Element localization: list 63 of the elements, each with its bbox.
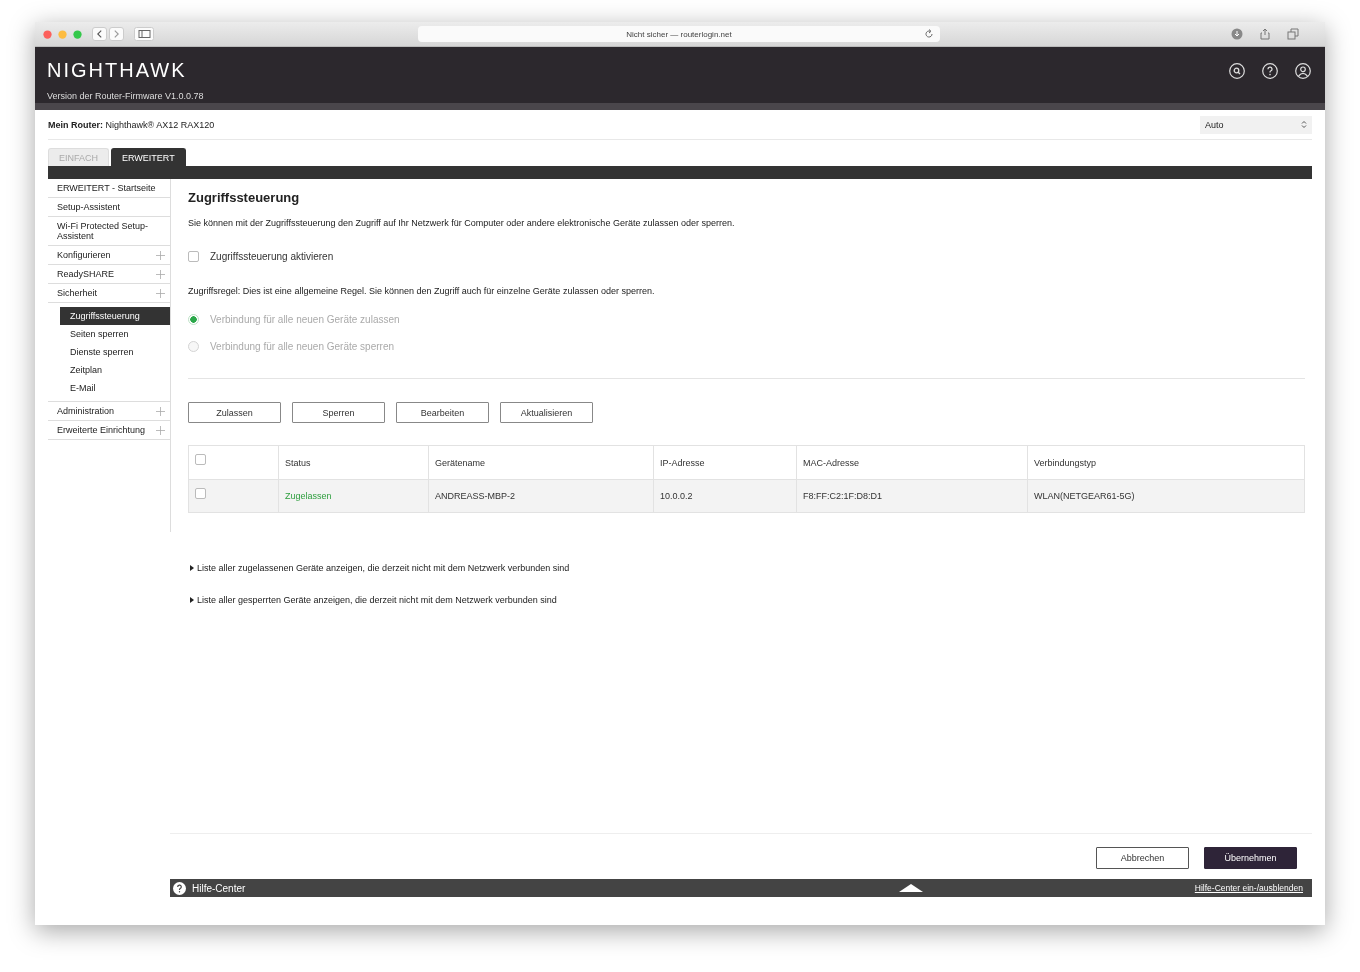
sidebar-item[interactable]: ReadySHARE [48,265,170,284]
expand-arrow-icon[interactable] [898,884,923,892]
sidebar-subitem[interactable]: Zeitplan [60,361,170,379]
status-text: Zugelassen [285,491,332,501]
table-cell: WLAN(NETGEAR61-5G) [1027,479,1305,513]
help-center-label: Hilfe-Center [192,882,246,894]
radio-label: Verbindung für alle neuen Geräte sperren [210,341,394,352]
help-icon[interactable] [173,881,186,895]
table-cell: F8:FF:C2:1F:D8:D1 [796,479,1028,513]
sidebar-item[interactable]: Wi-Fi Protected Setup-Assistent [48,217,170,246]
triangle-icon[interactable] [190,564,194,571]
sidebar-item[interactable]: Administration [48,402,170,421]
action-button[interactable]: Bearbeiten [396,402,489,423]
sidebar-item[interactable]: Erweiterte Einrichtung [48,421,170,440]
checkbox-label: Zugriffssteuerung aktivieren [210,251,334,262]
reload-icon[interactable] [924,29,934,39]
logo: NIGHTHAWK [47,59,188,81]
rule-text: Zugriffsregel: Dies ist eine allgemeine Regel. Sie können den Zugriff auch für einzelne Geräte zulassen oder sperren. [188,286,656,297]
sidebar-item[interactable]: Sicherheit [48,284,170,303]
expand-link[interactable]: Liste aller gesperrten Geräte anzeigen, die derzeit nicht mit dem Netzwerk verbunden sind [197,594,557,605]
footer-button[interactable]: Übernehmen [1204,847,1297,869]
help-icon[interactable] [1262,63,1278,79]
page-title: Zugriffssteuerung [188,190,301,206]
triangle-icon[interactable] [190,596,194,603]
table-header-cell: Verbindungstyp [1027,445,1305,480]
chevron-icon [1301,120,1307,129]
share-icon[interactable] [1259,28,1271,40]
radio-label: Verbindung für alle neuen Geräte zulassen [210,314,400,325]
sidebar-item[interactable]: ERWEITERT - Startseite [48,179,170,198]
sidebar-subitem[interactable]: Seiten sperren [60,325,170,343]
language-select[interactable]: Auto [1200,115,1312,134]
router-name: Mein Router: Nighthawk® AX12 RAX120 [48,119,215,130]
help-toggle-link[interactable]: Hilfe-Center ein-/ausblenden [1103,883,1303,893]
back-icon[interactable] [92,27,107,41]
table-cell: ANDREASS-MBP-2 [428,479,654,513]
address-bar[interactable]: Nicht sicher — routerlogin.net [418,26,940,42]
download-icon[interactable] [1231,28,1243,40]
table-header-cell: Gerätename [428,445,654,480]
description: Sie können mit der Zugriffssteuerung den Zugriff auf Ihr Netzwerk für Computer oder andere elektronische Geräte zulassen oder sperren. [188,218,736,229]
tabs-icon[interactable] [1287,28,1299,40]
table-header-cell: Status [278,445,429,480]
checkbox[interactable] [195,454,206,465]
table-cell: 10.0.0.2 [653,479,797,513]
firmware-version: Version der Router-Firmware V1.0.0.78 [47,91,204,101]
table-header-cell: MAC-Adresse [796,445,1028,480]
expand-link[interactable]: Liste aller zugelassenen Geräte anzeigen, die derzeit nicht mit dem Netzwerk verbunden sind [197,562,570,573]
sidebar-item[interactable]: Setup-Assistent [48,198,170,217]
sidebar-item[interactable]: Konfigurieren [48,246,170,265]
forward-icon[interactable] [109,27,124,41]
sidebar-subitem[interactable]: Zugriffssteuerung [60,307,170,325]
action-button[interactable]: Zulassen [188,402,281,423]
action-button[interactable]: Aktualisieren [500,402,593,423]
action-button[interactable]: Sperren [292,402,385,423]
sidebar-subitem[interactable]: E-Mail [60,379,170,397]
tab[interactable]: ERWEITERT [111,148,186,166]
sidebar-icon[interactable] [134,27,154,41]
user-icon[interactable] [1295,63,1311,79]
table-header-cell: IP-Adresse [653,445,797,480]
checkbox[interactable] [195,487,206,499]
footer-button[interactable]: Abbrechen [1096,847,1189,869]
checkbox[interactable] [188,251,199,262]
sidebar-subitem[interactable]: Dienste sperren [60,343,170,361]
search-icon[interactable] [1229,63,1245,79]
